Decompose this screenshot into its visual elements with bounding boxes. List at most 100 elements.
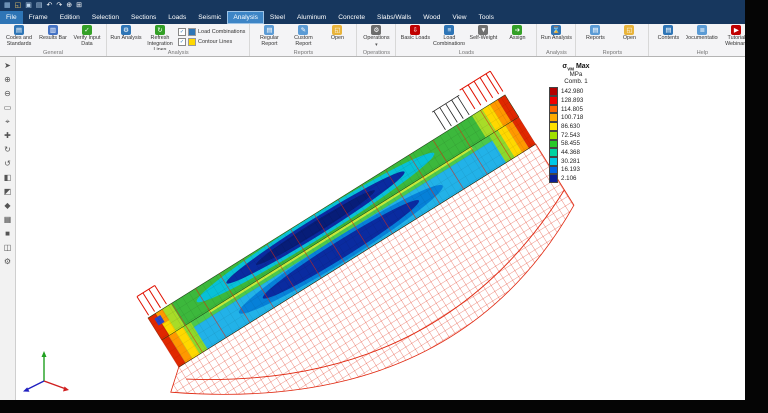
group-label: Reports [602, 50, 623, 56]
open-report-icon: ◱ [332, 25, 343, 35]
ribbon-tab[interactable]: Selection [86, 11, 125, 24]
view-top-icon[interactable]: ◩ [1, 185, 14, 198]
ribbon-tab[interactable]: File [0, 11, 23, 24]
ribbon-tab[interactable]: Loads [162, 11, 192, 24]
section-icon[interactable]: ◫ [1, 241, 14, 254]
print-icon[interactable]: ▤ [36, 2, 43, 9]
legend-entry: 30.281 [549, 156, 609, 166]
grid-icon[interactable]: ⊞ [76, 2, 82, 9]
settings-icon[interactable]: ⚙ [1, 255, 14, 268]
legend-swatch [549, 174, 558, 183]
ribbon-button[interactable]: ▤ Reports [579, 25, 611, 50]
select-icon[interactable]: ➤ [1, 59, 14, 72]
legend-swatch [549, 122, 558, 131]
ribbon-tab[interactable]: Seismic [192, 11, 227, 24]
ribbon-button[interactable]: ▤ Codes and Standards [3, 25, 35, 50]
refresh-integration-lines-icon: ↻ [155, 25, 165, 35]
legend-swatch [549, 96, 558, 105]
ribbon-button[interactable]: ▼ Self-Weight [467, 25, 499, 50]
ribbon-button[interactable]: ✓ Verify Input Data [71, 25, 103, 50]
ribbon-group-operations: ⚙ Operations ▾ Operations [357, 24, 397, 56]
ribbon-tab[interactable]: Frame [23, 11, 54, 24]
verify-input-icon: ✓ [82, 25, 92, 35]
ribbon-button[interactable]: ⚙ Run Analysis [110, 25, 142, 50]
color-chip-icon [188, 28, 196, 36]
ribbon-group-analysis: ⚙ Run Analysis ↻ Refresh Integration Lin… [107, 24, 251, 56]
legend-swatch [549, 148, 558, 157]
ribbon-button[interactable]: ≡ Load Combinations [433, 25, 465, 50]
ribbon-group-help: ▤ Contents ≣ Documentation ▶ Tutorial We… [649, 24, 745, 56]
pan-icon[interactable]: ✚ [1, 129, 14, 142]
ribbon-button[interactable]: ↻ Refresh Integration Lines [144, 25, 176, 50]
legend-title: σVM Max [562, 63, 590, 72]
ribbon-tab[interactable]: Edition [54, 11, 86, 24]
self-weight-icon: ▼ [478, 25, 489, 35]
ribbon-button[interactable]: ⇩ Basic Loads [399, 25, 431, 50]
ribbon-tab[interactable]: Aluminum [291, 11, 332, 24]
ribbon: ▤ Codes and Standards ▥ Results Bar ✓ Ve… [0, 24, 745, 57]
ribbon-button[interactable]: ◱ Open [613, 25, 645, 50]
window-bottom-edge [0, 400, 768, 413]
ribbon-group-loads: ⇩ Basic Loads ≡ Load Combinations ▼ Self… [396, 24, 538, 56]
legend-swatch [549, 104, 558, 114]
ribbon-checkbox-row[interactable]: ✓ Load Combinations [178, 28, 245, 36]
open-file-icon[interactable]: ◱ [15, 2, 22, 9]
run-analysis-hourglass-icon: ⌛ [551, 25, 562, 35]
rotate-icon[interactable]: ↻ [1, 143, 14, 156]
zoom-out-icon[interactable]: ⊖ [1, 87, 14, 100]
legend-swatch [549, 87, 558, 97]
tutorial-webinars-icon: ▶ [731, 25, 742, 35]
group-label: Reports [293, 50, 314, 56]
legend-swatch [549, 130, 558, 140]
legend-entry: 72.543 [549, 130, 609, 140]
ribbon-tab[interactable]: Analysis [227, 11, 264, 24]
ribbon-tab[interactable]: Slabs/Walls [371, 11, 417, 24]
legend: σVM Max MPa Comb. 1 142.980 128.893 114.… [543, 63, 609, 183]
basic-loads-icon: ⇩ [410, 25, 421, 35]
orbit-icon[interactable]: ↺ [1, 157, 14, 170]
zoom-window-icon[interactable]: ▭ [1, 101, 14, 114]
ribbon-button[interactable]: ✎ Custom Report [287, 25, 319, 50]
codes-standards-icon: ▤ [14, 25, 24, 35]
ribbon-tab[interactable]: Concrete [332, 11, 371, 24]
model-canvas[interactable]: σVM Max MPa Comb. 1 142.980 128.893 114.… [16, 57, 745, 400]
operations-icon: ⚙ [371, 25, 382, 35]
ribbon-button[interactable]: ≣ Documentation [686, 25, 718, 50]
ribbon-button[interactable]: ◱ Open [321, 25, 353, 50]
zoom-extents-icon[interactable]: ⌖ [1, 115, 14, 128]
zoom-icon[interactable]: ⊕ [66, 2, 72, 9]
group-label: Analysis [545, 50, 567, 56]
wireframe-icon[interactable]: ▦ [1, 213, 14, 226]
ribbon-button[interactable]: ▥ Results Bar [37, 25, 69, 50]
results-bar-icon: ▥ [48, 25, 58, 35]
ribbon-tab[interactable]: Sections [125, 11, 162, 24]
ribbon-button[interactable]: ▤ Regular Report [253, 25, 285, 50]
group-label: General [43, 50, 63, 56]
app-icon[interactable]: ▦ [4, 2, 11, 9]
redo-icon[interactable]: ↷ [56, 2, 62, 9]
ribbon-button[interactable]: ⚙ Operations ▾ [360, 25, 392, 50]
shaded-icon[interactable]: ■ [1, 227, 14, 240]
assign-icon: ➔ [512, 25, 523, 35]
save-icon[interactable]: ▣ [25, 2, 32, 9]
ribbon-tab[interactable]: Steel [264, 11, 291, 24]
ribbon-button[interactable]: ➔ Assign [501, 25, 533, 50]
ribbon-group-general: ▤ Codes and Standards ▥ Results Bar ✓ Ve… [0, 24, 107, 56]
ribbon-button[interactable]: ▤ Contents [652, 25, 684, 50]
legend-entry: 16.193 [549, 165, 609, 175]
checkbox-icon: ✓ [178, 28, 186, 36]
ribbon-tab[interactable]: Tools [473, 11, 500, 24]
legend-entry: 86.630 [549, 122, 609, 131]
undo-icon[interactable]: ↶ [47, 2, 53, 9]
ribbon-checkbox-row[interactable]: ✓ Contour Lines [178, 38, 245, 46]
model-viewport[interactable] [16, 57, 745, 400]
ribbon-tab[interactable]: View [446, 11, 472, 24]
ribbon-tab[interactable]: Wood [417, 11, 446, 24]
legend-combination: Comb. 1 [564, 78, 588, 86]
view-front-icon[interactable]: ◧ [1, 171, 14, 184]
ribbon-button[interactable]: ▶ Tutorial Webinars [720, 25, 745, 50]
ribbon-button[interactable]: ⌛ Run Analysis [540, 25, 572, 50]
view-iso-icon[interactable]: ◆ [1, 199, 14, 212]
legend-swatch [549, 165, 558, 175]
zoom-in-icon[interactable]: ⊕ [1, 73, 14, 86]
